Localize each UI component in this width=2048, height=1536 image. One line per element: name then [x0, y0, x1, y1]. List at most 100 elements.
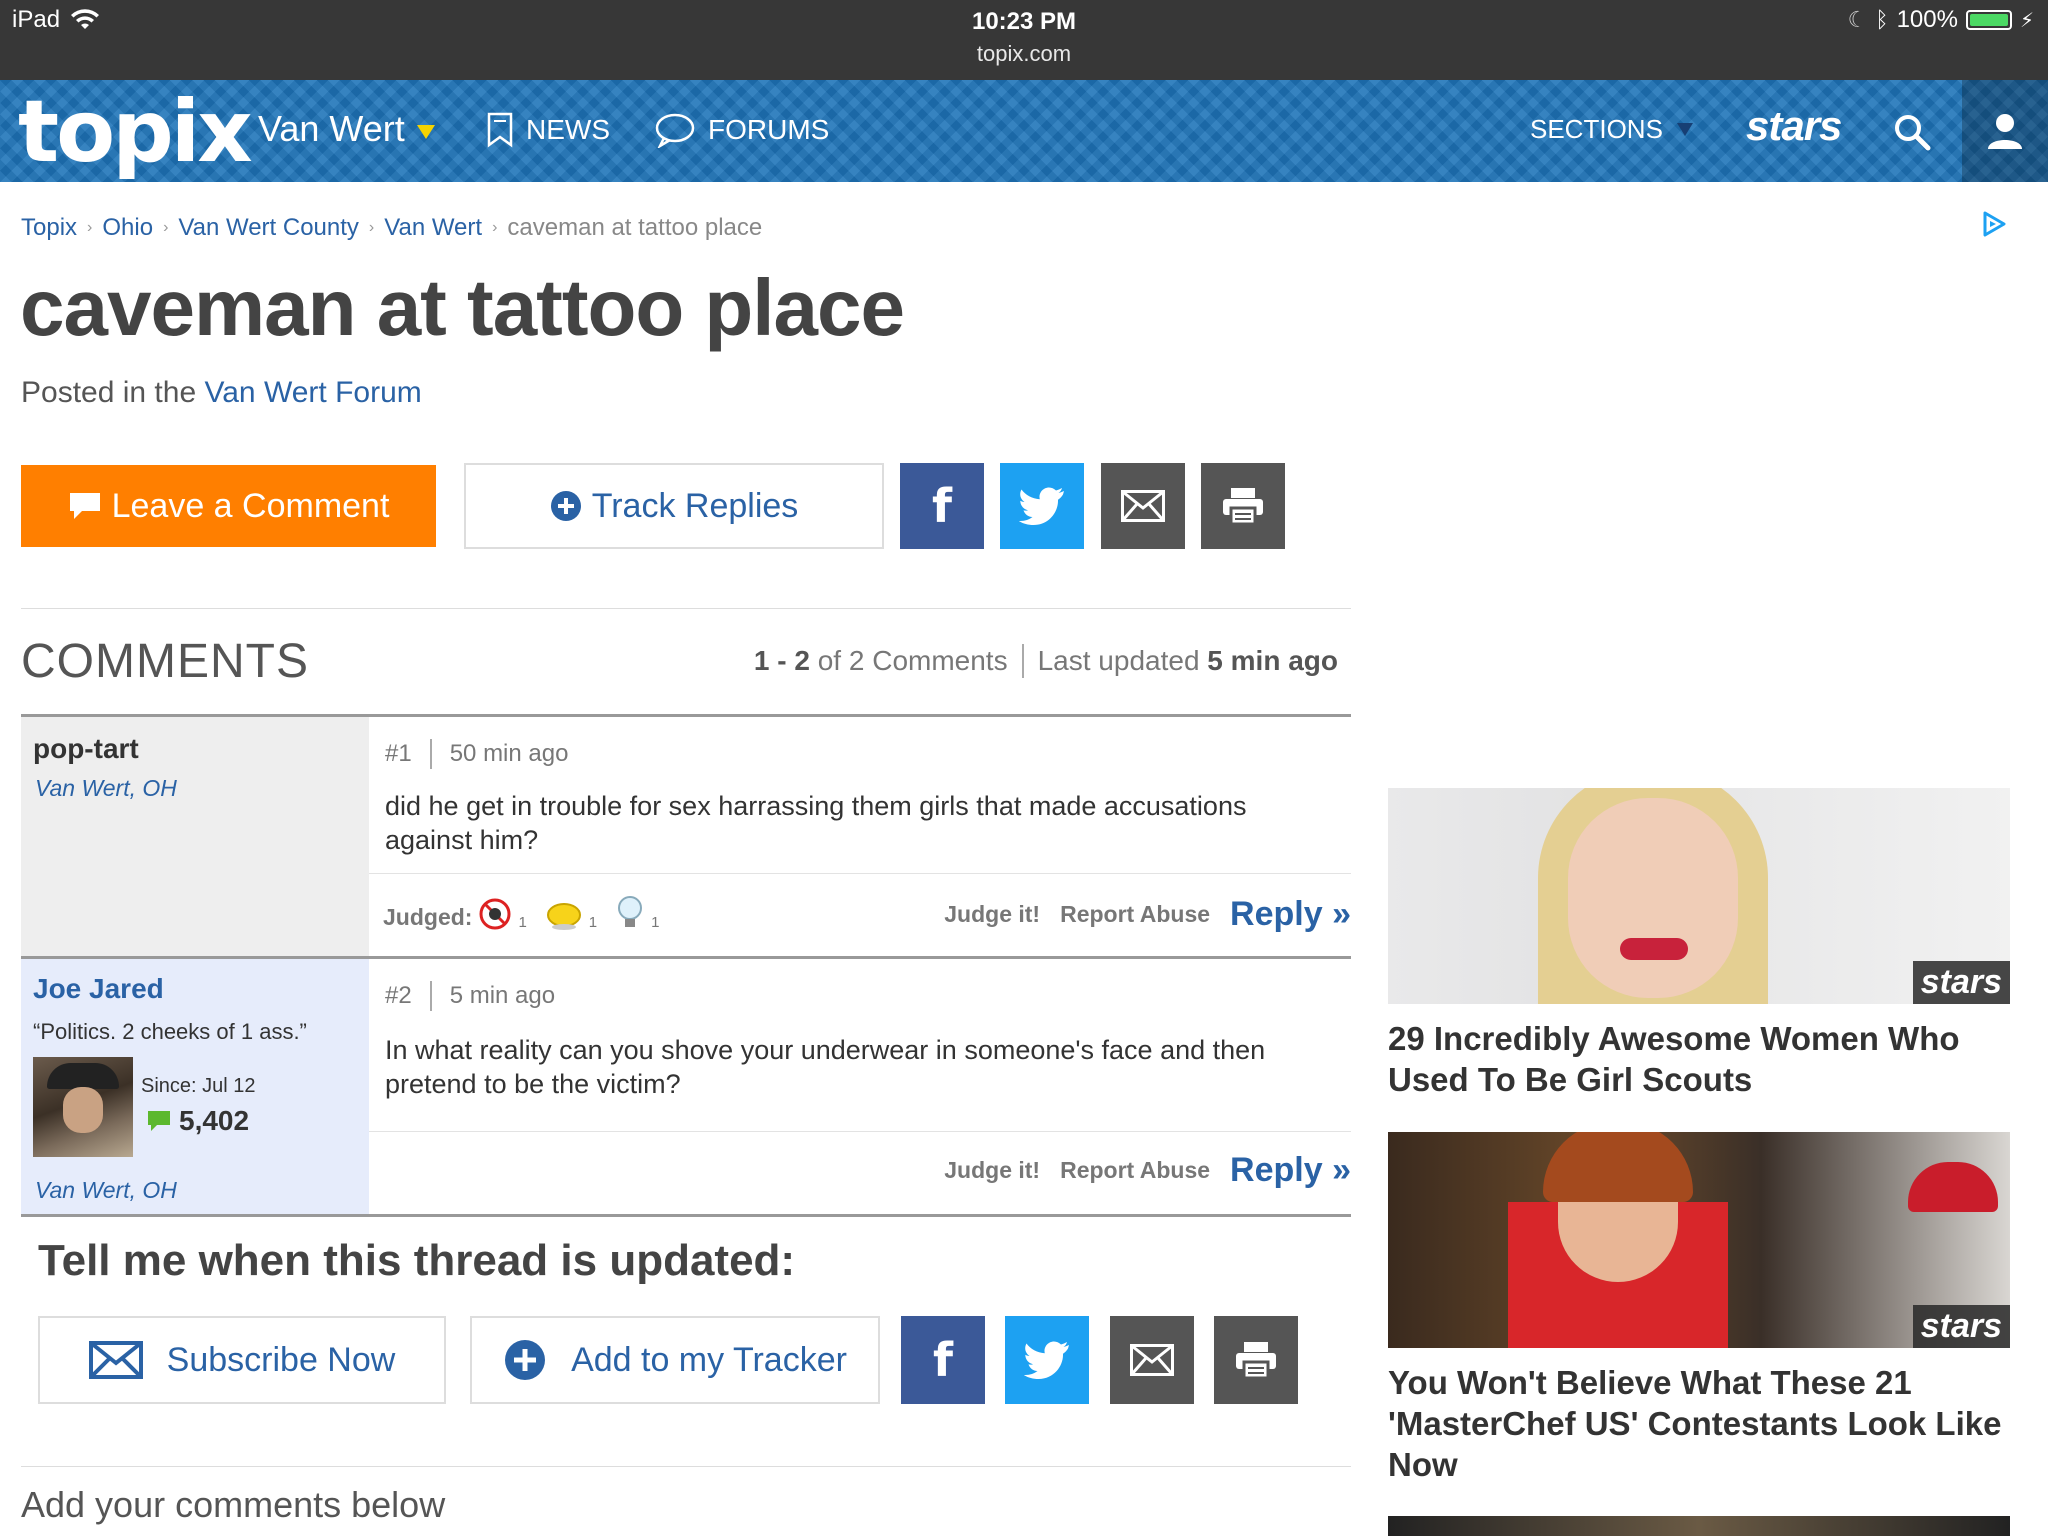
facebook-share-button[interactable]: f [900, 463, 984, 549]
email-share-button[interactable] [1101, 463, 1185, 549]
judged-count: 1 [588, 914, 598, 931]
separator [429, 981, 432, 1011]
nav-news[interactable]: NEWS [486, 112, 610, 148]
posted-in: Posted in the Van Wert Forum [21, 376, 422, 410]
facebook-icon: f [932, 1333, 953, 1387]
location-selector[interactable]: Van Wert [258, 108, 435, 150]
stars-badge: stars [1912, 961, 2010, 1004]
twitter-icon [1024, 1341, 1069, 1379]
comments-range: 1 - 2 [753, 645, 810, 676]
subscribe-button[interactable]: Subscribe Now [38, 1316, 446, 1404]
moon-icon: ☾ [1847, 7, 1868, 32]
last-updated-value: 5 min ago [1207, 645, 1338, 676]
separator [1021, 644, 1024, 678]
story-image[interactable] [1388, 1516, 2010, 1536]
reply-link[interactable]: Reply » [1230, 1151, 1351, 1190]
judged-count: 1 [651, 914, 660, 931]
comment-author-panel: pop-tart Van Wert, OH [21, 717, 369, 959]
comment-actions: Judge it! Report Abuse Reply » [944, 895, 1351, 934]
nav-forums-label: FORUMS [708, 114, 830, 145]
nav-sections[interactable]: SECTIONS [1530, 114, 1693, 145]
comment-row: Joe Jared “Politics. 2 cheeks of 1 ass.”… [21, 956, 1351, 1217]
reply-link[interactable]: Reply » [1230, 895, 1351, 934]
twitter-share-button[interactable] [1005, 1316, 1089, 1404]
nav-forums[interactable]: FORUMS [654, 112, 829, 148]
comment-actions: Judge it! Report Abuse Reply » [944, 1151, 1351, 1190]
track-replies-button[interactable]: Track Replies [464, 463, 884, 549]
comment-meta: #1 50 min ago [385, 739, 568, 769]
status-bar: iPad 10:23 PM topix.com ☾ ᛒ 100% ⚡ [0, 0, 2048, 80]
comment-meta: #2 5 min ago [385, 981, 555, 1011]
leave-comment-button[interactable]: Leave a Comment [21, 465, 436, 547]
last-updated-label: Last updated [1037, 645, 1200, 676]
comment-icon [69, 493, 100, 519]
breadcrumb-separator: › [368, 219, 375, 236]
add-tracker-label: Add to my Tracker [571, 1340, 847, 1379]
twitter-share-button[interactable] [1000, 463, 1084, 549]
story-caption[interactable]: You Won't Believe What These 21 'MasterC… [1388, 1362, 2010, 1485]
divider [21, 1214, 1351, 1217]
stars-badge: stars [1912, 1305, 2010, 1348]
breadcrumb-topix[interactable]: Topix [21, 214, 77, 242]
top-nav: topix Van Wert NEWS FORUMS SECTIONS star… [0, 80, 2048, 182]
track-replies-label: Track Replies [591, 486, 799, 525]
topix-logo[interactable]: topix [18, 82, 253, 182]
battery-icon [1965, 10, 2012, 30]
breadcrumb-city[interactable]: Van Wert [384, 214, 482, 242]
comment-username[interactable]: Joe Jared [33, 973, 164, 1005]
subscribe-label: Subscribe Now [166, 1340, 396, 1379]
bookmark-icon [487, 112, 513, 148]
divider [21, 1466, 1351, 1467]
charging-icon: ⚡ [2019, 9, 2034, 32]
story-image[interactable]: stars [1388, 1132, 2010, 1348]
leave-comment-label: Leave a Comment [111, 486, 390, 525]
report-abuse-link[interactable]: Report Abuse [1060, 1157, 1210, 1184]
breadcrumb: Topix › Ohio › Van Wert County › Van Wer… [21, 214, 762, 242]
sponsored-story[interactable]: stars 29 Incredibly Awesome Women Who Us… [1388, 788, 2010, 1100]
address-bar[interactable]: topix.com [0, 38, 2048, 70]
add-comments-heading: Add your comments below [21, 1484, 446, 1525]
story-image[interactable]: stars [1388, 788, 2010, 1004]
envelope-icon [88, 1341, 143, 1379]
search-button[interactable] [1892, 112, 1932, 157]
judge-it-link[interactable]: Judge it! [944, 901, 1040, 928]
nav-stars-logo[interactable]: stars [1746, 102, 1842, 150]
comment-username[interactable]: pop-tart [33, 733, 139, 765]
judged-label: Judged: [383, 904, 473, 930]
adchoices-icon[interactable] [1980, 210, 2008, 243]
facebook-share-button[interactable]: f [901, 1316, 985, 1404]
twitter-icon [1019, 487, 1064, 525]
comment-number[interactable]: #2 [385, 982, 412, 1010]
print-button[interactable] [1214, 1316, 1298, 1404]
chevron-down-icon [416, 125, 435, 139]
print-button[interactable] [1201, 463, 1285, 549]
user-button[interactable] [1962, 80, 2048, 182]
comment-location: Van Wert, OH [35, 775, 177, 801]
comment-time: 50 min ago [449, 740, 569, 767]
forum-link[interactable]: Van Wert Forum [204, 376, 421, 409]
avatar[interactable] [33, 1057, 133, 1157]
comment-body: #1 50 min ago did he get in trouble for … [369, 717, 1351, 959]
posted-prefix: Posted in the [21, 376, 197, 409]
divider [369, 873, 1351, 874]
story-caption[interactable]: 29 Incredibly Awesome Women Who Used To … [1388, 1018, 2010, 1100]
battery-percent: 100% [1896, 6, 1958, 33]
facebook-icon: f [931, 479, 952, 533]
lightbulb-icon [618, 896, 643, 927]
comment-row: pop-tart Van Wert, OH #1 50 min ago did … [21, 714, 1351, 959]
report-abuse-link[interactable]: Report Abuse [1060, 901, 1210, 928]
email-share-button[interactable] [1110, 1316, 1194, 1404]
nav-sections-label: SECTIONS [1530, 114, 1663, 144]
breadcrumb-county[interactable]: Van Wert County [178, 214, 359, 242]
comments-total: of 2 Comments [817, 645, 1008, 676]
envelope-icon [1130, 1344, 1174, 1376]
comment-number[interactable]: #1 [385, 740, 412, 768]
comment-text: In what reality can you shove your under… [385, 1035, 1266, 1099]
breadcrumb-ohio[interactable]: Ohio [102, 214, 153, 242]
judge-it-link[interactable]: Judge it! [944, 1157, 1040, 1184]
sponsored-story[interactable]: stars You Won't Believe What These 21 'M… [1388, 1132, 2010, 1485]
breadcrumb-current: caveman at tattoo place [507, 214, 763, 241]
add-tracker-button[interactable]: Add to my Tracker [470, 1316, 880, 1404]
printer-icon [1236, 1342, 1276, 1380]
comment-author-panel: Joe Jared “Politics. 2 cheeks of 1 ass.”… [21, 959, 369, 1217]
